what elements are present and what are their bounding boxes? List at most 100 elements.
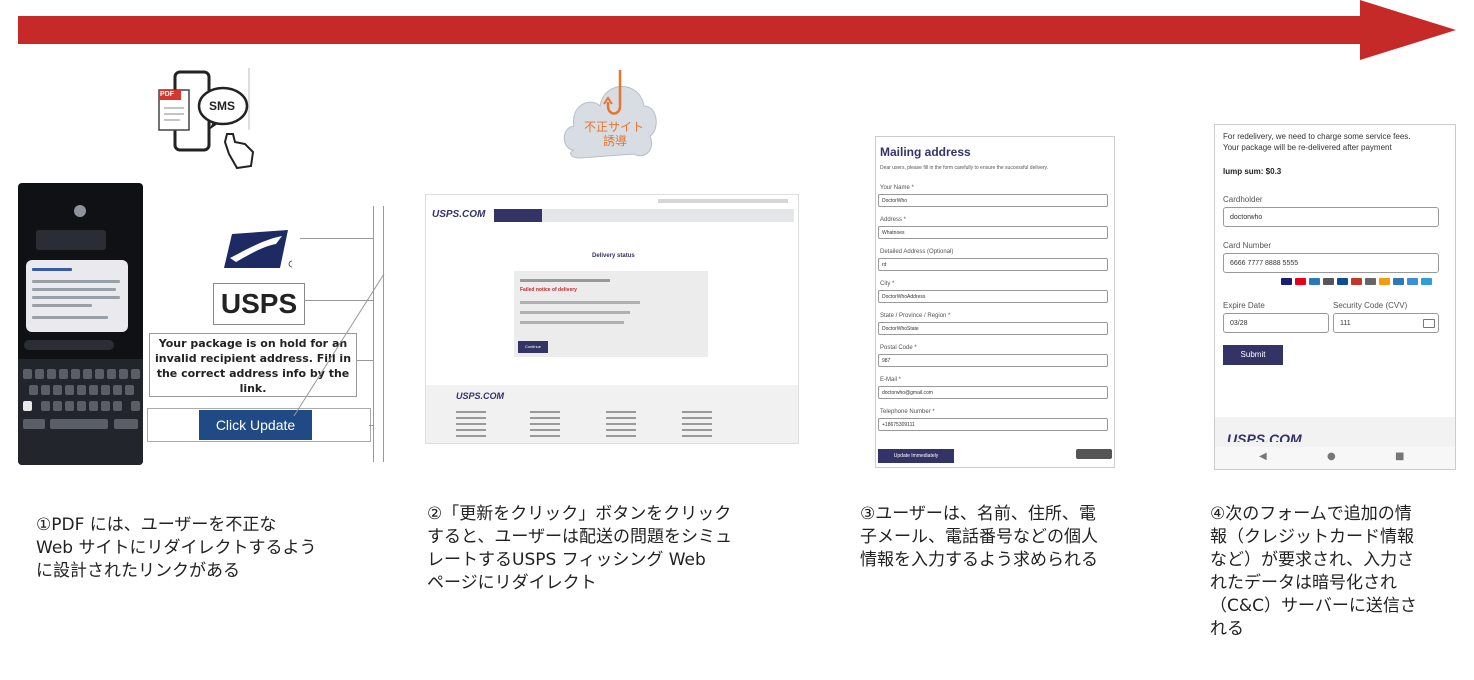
payment-form: For redelivery, we need to charge some s…	[1214, 124, 1456, 470]
payment-intro: For redelivery, we need to charge some s…	[1223, 131, 1453, 153]
callout-line	[300, 238, 373, 239]
caption-line: れる	[1210, 619, 1244, 639]
caption-line: れたデータは暗号化され	[1210, 573, 1397, 593]
discover-icon	[1323, 278, 1334, 285]
site-nav-bar	[494, 209, 794, 222]
form-field-label: State / Province / Region *	[880, 313, 951, 319]
form-field-input[interactable]: DoctorWhoState	[878, 322, 1108, 335]
caption-line: ②「更新をクリック」ボタンをクリック	[427, 504, 732, 524]
back-icon[interactable]: ◀	[1259, 451, 1267, 462]
form-field-input[interactable]: DoctorWhoAddress	[878, 290, 1108, 303]
site-page-title: Delivery status	[592, 253, 635, 259]
form-field-label: Postal Code *	[880, 345, 917, 351]
card-number-label: Card Number	[1223, 241, 1272, 250]
jcb-icon	[1337, 278, 1348, 285]
expire-date-input[interactable]: 03/28	[1223, 313, 1329, 333]
site-logo: USPS.COM	[432, 209, 486, 220]
cvv-card-icon	[1423, 319, 1435, 328]
submit-button[interactable]: Submit	[1223, 345, 1283, 365]
payment-intro-2: Your package will be re-delivered after …	[1223, 143, 1392, 152]
caption-line: ページにリダイレクト	[427, 573, 597, 593]
card-icon	[1407, 278, 1418, 285]
mastercard-icon	[1295, 278, 1306, 285]
continue-button[interactable]: Continue	[518, 341, 548, 353]
diners-icon	[1365, 278, 1376, 285]
android-nav-bar: ◀ ● ■	[1215, 447, 1455, 469]
timeline-arrow-shaft	[18, 16, 1378, 44]
pdf-attachment	[36, 230, 106, 250]
card-title: Failed notice of delivery	[520, 287, 577, 293]
form-field-label: City *	[880, 281, 895, 287]
phone-screenshot	[18, 183, 143, 465]
tooltip	[1076, 449, 1112, 459]
amex-icon	[1309, 278, 1320, 285]
form-field-input[interactable]: Whatnoes	[878, 226, 1108, 239]
message-bubble	[26, 260, 128, 332]
form-field-input[interactable]: 987	[878, 354, 1108, 367]
caption-line: ④次のフォームで追加の情	[1210, 504, 1412, 524]
form-field-input[interactable]: +18675309111	[878, 418, 1108, 431]
caption-line: ③ユーザーは、名前、住所、電	[860, 504, 1096, 524]
form-field-input[interactable]: DoctorWho	[878, 194, 1108, 207]
cardholder-input[interactable]: doctorwho	[1223, 207, 1439, 227]
payment-amount: lump sum: $0.3	[1223, 167, 1282, 176]
keyboard	[18, 359, 143, 465]
caption-line: 情報を入力するよう求められる	[860, 550, 1098, 570]
form-field-label: Your Name *	[880, 185, 914, 191]
caption-line: （C&C）サーバーに送信さ	[1210, 596, 1417, 616]
form-field-label: Detailed Address (Optional)	[880, 249, 954, 255]
callout-line	[369, 425, 373, 426]
form-field-label: E-Mail *	[880, 377, 902, 383]
form-field-input[interactable]: doctorwho@gmail.com	[878, 386, 1108, 399]
timeline-arrow-head	[1360, 0, 1456, 60]
payment-intro-1: For redelivery, we need to charge some s…	[1223, 132, 1411, 141]
unionpay-icon	[1351, 278, 1362, 285]
card-number-input[interactable]: 6666 7777 8888 5555	[1223, 253, 1439, 273]
form-intro: Dear users, please fill in the form care…	[880, 165, 1049, 171]
expire-date-label: Expire Date	[1223, 301, 1265, 310]
card-icon	[1393, 278, 1404, 285]
cardholder-label: Cardholder	[1223, 195, 1263, 204]
pdf-label: PDF	[160, 91, 174, 98]
site-footer: USPS.COM	[426, 385, 798, 443]
caption-line: ①PDF には、ユーザーを不正な	[36, 515, 277, 535]
delivery-status-card: Failed notice of delivery Continue	[514, 271, 708, 357]
visa-icon	[1281, 278, 1292, 285]
update-immediately-button[interactable]: Update Immediately	[878, 449, 954, 463]
sms-label: SMS	[209, 99, 236, 113]
caption-line: Web サイトにリダイレクトするよう	[36, 538, 317, 558]
card-icon	[1421, 278, 1432, 285]
caption-step-4: ④次のフォームで追加の情 報（クレジットカード情報 など）が要求され、入力さ れ…	[1210, 503, 1470, 641]
form-title: Mailing address	[880, 145, 971, 159]
usps-eagle-logo-icon	[222, 228, 296, 272]
form-field-label: Address *	[880, 217, 907, 223]
usps-phishing-site: USPS.COM Delivery status Failed notice o…	[425, 194, 799, 444]
payment-footer-logo: USPS.COM	[1227, 431, 1302, 442]
phishing-cloud-icon: 不正サイト 誘導	[560, 66, 660, 166]
caption-line: 報（クレジットカード情報	[1210, 527, 1414, 547]
mailing-address-form: Mailing address Dear users, please fill …	[875, 136, 1115, 468]
caption-step-1: ①PDF には、ユーザーを不正な Web サイトにリダイレクトするよう に設計さ…	[36, 514, 376, 583]
cvv-label: Security Code (CVV)	[1333, 301, 1408, 310]
site-nav-selected[interactable]	[494, 209, 542, 222]
caption-line: 子メール、電話番号などの個人	[860, 527, 1098, 547]
caption-line: など）が要求され、入力さ	[1210, 550, 1415, 570]
form-field-label: Telephone Number *	[880, 409, 935, 415]
sms-pdf-icon: PDF SMS	[155, 68, 255, 172]
caption-line: レートするUSPS フィッシング Web	[427, 550, 706, 570]
maestro-icon	[1379, 278, 1390, 285]
form-field-input[interactable]: rd	[878, 258, 1108, 271]
site-top-links	[658, 199, 788, 203]
caption-line: すると、ユーザーは配送の問題をシミュ	[427, 527, 732, 547]
redirect-line	[293, 273, 385, 417]
message-input	[24, 340, 114, 350]
recents-icon[interactable]: ■	[1395, 451, 1404, 462]
caption-line: に設計されたリンクがある	[36, 561, 240, 581]
home-icon[interactable]: ●	[1327, 451, 1336, 462]
footer-logo: USPS.COM	[456, 391, 505, 401]
avatar	[74, 205, 86, 217]
payment-footer: USPS.COM	[1215, 417, 1455, 447]
caption-step-2: ②「更新をクリック」ボタンをクリック すると、ユーザーは配送の問題をシミュ レー…	[427, 503, 797, 595]
caption-step-3: ③ユーザーは、名前、住所、電 子メール、電話番号などの個人 情報を入力するよう求…	[860, 503, 1150, 572]
cloud-label-2: 誘導	[603, 134, 628, 148]
